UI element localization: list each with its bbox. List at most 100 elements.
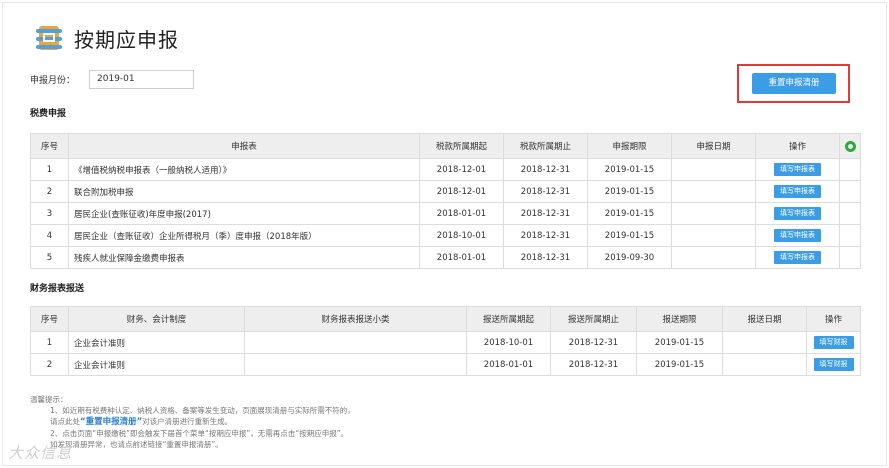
fill-form-button[interactable]: 填写申报表 [774, 251, 821, 264]
fill-form-button[interactable]: 填写申报表 [774, 229, 821, 242]
tips-title: 温馨提示： [30, 395, 68, 404]
col-header-no: 序号 [30, 306, 69, 332]
row-start: 2018-12-01 [419, 180, 504, 203]
row-no: 1 [30, 158, 69, 181]
row-deadline: 2019-01-15 [636, 331, 723, 354]
month-row: 申报月份： 2019-01 [30, 70, 195, 89]
row-date [671, 224, 756, 247]
col-header-form: 申报表 [68, 133, 420, 159]
row-deadline: 2019-01-15 [587, 224, 672, 247]
row-end: 2018-12-31 [503, 224, 588, 247]
row-form: 《增值税纳税申报表（一般纳税人适用）》 [68, 158, 420, 181]
row-start: 2018-01-01 [466, 353, 551, 376]
row-action-cell: 填写申报表 [755, 158, 840, 181]
table-row: 1 企业会计准则 2018-10-01 2018-12-31 2019-01-1… [30, 331, 861, 354]
col-header-system: 财务、会计制度 [68, 306, 245, 332]
row-date [671, 158, 756, 181]
tips-line-2-post: 对该户清册进行重新生成。 [142, 417, 233, 426]
declaration-book-icon [36, 23, 62, 53]
row-date [671, 246, 756, 269]
table-row: 3 居民企业(查账征收)年度申报(2017) 2018-01-01 2018-1… [30, 202, 861, 225]
row-start: 2018-10-01 [419, 224, 504, 247]
month-label: 申报月份： [30, 76, 76, 86]
col-header-date: 申报日期 [671, 133, 756, 159]
row-empty [839, 224, 861, 247]
row-deadline: 2019-01-15 [587, 158, 672, 181]
row-date [671, 180, 756, 203]
row-no: 5 [30, 246, 69, 269]
refresh-icon[interactable] [844, 140, 856, 152]
col-header-end: 报送所属期止 [550, 306, 637, 332]
row-no: 1 [30, 331, 69, 354]
row-deadline: 2019-01-15 [587, 202, 672, 225]
row-date [671, 202, 756, 225]
table-row: 1 《增值税纳税申报表（一般纳税人适用）》 2018-12-01 2018-12… [30, 158, 861, 181]
row-start: 2018-10-01 [466, 331, 551, 354]
row-end: 2018-12-31 [503, 202, 588, 225]
col-header-date: 报送日期 [722, 306, 807, 332]
col-header-subtype: 财务报表报送小类 [244, 306, 467, 332]
tips-line-4: 如发现清册异常，也请点前述链接“重置申报清册”。 [50, 440, 223, 449]
fill-report-button[interactable]: 填写财报 [813, 336, 854, 349]
row-empty [839, 180, 861, 203]
row-action-cell: 填写财报 [806, 353, 861, 376]
fill-report-button[interactable]: 填写财报 [813, 358, 854, 371]
row-empty [839, 158, 861, 181]
row-form: 居民企业（查账征收）企业所得税月（季）度申报（2018年版） [68, 224, 420, 247]
tax-table: 序号 申报表 税款所属期起 税款所属期止 申报期限 申报日期 操作 1 《增值税… [30, 133, 861, 269]
col-header-action: 操作 [755, 133, 840, 159]
col-header-no: 序号 [30, 133, 69, 159]
tax-section-title: 税费申报 [30, 109, 67, 119]
fill-form-button[interactable]: 填写申报表 [774, 185, 821, 198]
tips-line-3: 2、点击页面“申报缴税”即会触发下届首个菜单“按期应申报”，无需再点击“按期应申… [50, 429, 349, 438]
row-form: 残疾人就业保障金缴费申报表 [68, 246, 420, 269]
month-input[interactable]: 2019-01 [89, 70, 195, 89]
row-subtype [244, 353, 467, 376]
row-empty [839, 202, 861, 225]
row-end: 2018-12-31 [503, 246, 588, 269]
row-end: 2018-12-31 [503, 180, 588, 203]
row-form: 联合附加税申报 [68, 180, 420, 203]
row-start: 2018-12-01 [419, 158, 504, 181]
fill-form-button[interactable]: 填写申报表 [774, 163, 821, 176]
row-action-cell: 填写财报 [806, 331, 861, 354]
row-action-cell: 填写申报表 [755, 224, 840, 247]
row-system: 企业会计准则 [68, 353, 245, 376]
finance-table: 序号 财务、会计制度 财务报表报送小类 报送所属期起 报送所属期止 报送期限 报… [30, 306, 861, 376]
col-header-start: 税款所属期起 [419, 133, 504, 159]
row-no: 2 [30, 353, 69, 376]
page-header: 按期应申报 [36, 22, 179, 54]
row-date [722, 331, 807, 354]
col-header-start: 报送所属期起 [466, 306, 551, 332]
col-header-action: 操作 [806, 306, 861, 332]
col-header-end: 税款所属期止 [503, 133, 588, 159]
reset-list-button[interactable]: 重置申报清册 [752, 73, 836, 94]
row-empty [839, 246, 861, 269]
col-header-deadline: 申报期限 [587, 133, 672, 159]
row-system: 企业会计准则 [68, 331, 245, 354]
row-action-cell: 填写申报表 [755, 180, 840, 203]
table-row: 4 居民企业（查账征收）企业所得税月（季）度申报（2018年版） 2018-10… [30, 224, 861, 247]
row-end: 2018-12-31 [550, 353, 637, 376]
watermark: 大众信息 [8, 444, 73, 462]
row-action-cell: 填写申报表 [755, 202, 840, 225]
reset-list-link[interactable]: “重置申报清册” [80, 417, 142, 427]
row-deadline: 2019-09-30 [587, 246, 672, 269]
tips-line-1: 1、如近期有税费种认定、纳税人资格、备案等发生变动，页面展现清册与实际所需不符的… [50, 406, 355, 415]
row-deadline: 2019-01-15 [587, 180, 672, 203]
finance-section-title: 财务报表报送 [30, 284, 85, 294]
row-no: 4 [30, 224, 69, 247]
finance-table-header: 序号 财务、会计制度 财务报表报送小类 报送所属期起 报送所属期止 报送期限 报… [30, 306, 861, 332]
row-deadline: 2019-01-15 [636, 353, 723, 376]
table-row: 2 企业会计准则 2018-01-01 2018-12-31 2019-01-1… [30, 353, 861, 376]
row-subtype [244, 331, 467, 354]
reset-highlight: 重置申报清册 [737, 64, 850, 103]
row-no: 3 [30, 202, 69, 225]
tips-block: 温馨提示： 1、如近期有税费种认定、纳税人资格、备案等发生变动，页面展现清册与实… [30, 394, 550, 450]
row-start: 2018-01-01 [419, 202, 504, 225]
row-date [722, 353, 807, 376]
row-no: 2 [30, 180, 69, 203]
table-row: 2 联合附加税申报 2018-12-01 2018-12-31 2019-01-… [30, 180, 861, 203]
tips-line-2: 请点此处“重置申报清册”对该户清册进行重新生成。 [30, 416, 550, 428]
fill-form-button[interactable]: 填写申报表 [774, 207, 821, 220]
